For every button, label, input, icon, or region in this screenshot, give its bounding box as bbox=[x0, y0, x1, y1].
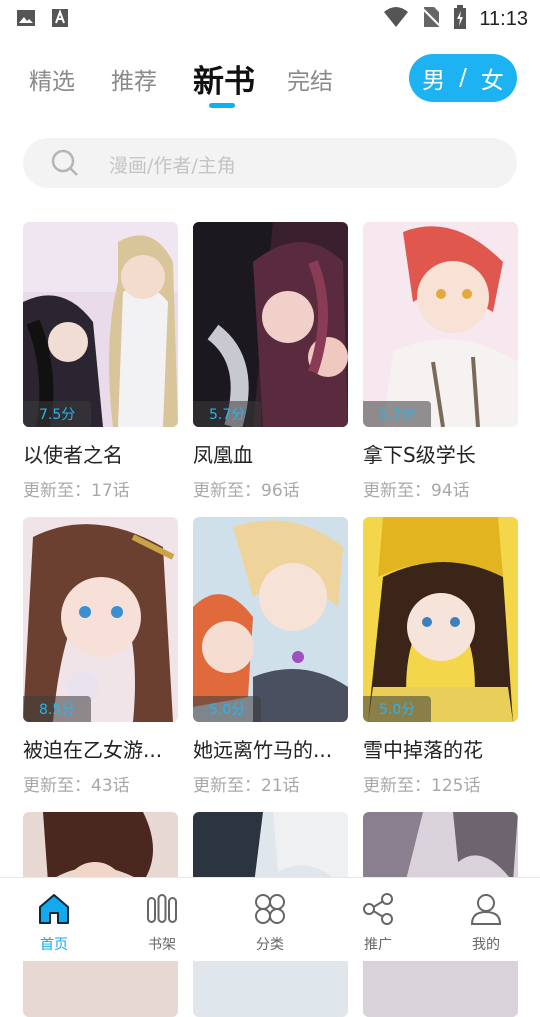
status-time: 11:13 bbox=[479, 7, 528, 30]
bookshelf-icon bbox=[145, 894, 179, 930]
gender-male-option[interactable]: 男 bbox=[422, 61, 445, 95]
book-title[interactable]: 拿下S级学长 bbox=[363, 439, 518, 468]
nav-category[interactable]: 分类 bbox=[235, 892, 305, 954]
share-icon bbox=[361, 893, 395, 930]
book-update-status: 更新至：125话 bbox=[363, 776, 481, 796]
bottom-navigation: 首页 书架 分类 推广 我的 bbox=[0, 877, 540, 961]
book-title[interactable]: 雪中掉落的花 bbox=[363, 734, 518, 763]
search-placeholder: 漫画/作者/主角 bbox=[109, 155, 236, 177]
gender-toggle[interactable]: 男 / 女 bbox=[409, 54, 517, 102]
profile-icon bbox=[469, 894, 503, 930]
rating-badge: 5.7分 bbox=[363, 401, 432, 427]
book-card[interactable]: 5.7分 拿下S级学长 更新至：94话 bbox=[363, 222, 518, 501]
no-sim-icon bbox=[421, 6, 442, 32]
battery-charging-icon bbox=[453, 5, 467, 33]
book-title[interactable]: 被迫在乙女游... bbox=[23, 734, 178, 763]
rating-badge: 5.7分 bbox=[193, 401, 262, 427]
search-icon bbox=[51, 149, 79, 181]
tab-featured[interactable]: 精选 bbox=[29, 62, 75, 96]
gender-separator: / bbox=[459, 65, 467, 91]
book-card[interactable]: 8.5分 被迫在乙女游... 更新至：43话 bbox=[23, 517, 178, 796]
status-bar: 11:13 bbox=[0, 0, 540, 36]
category-icon bbox=[253, 894, 287, 930]
nav-promote[interactable]: 推广 bbox=[343, 892, 413, 954]
tab-new-books[interactable]: 新书 bbox=[193, 56, 255, 101]
wifi-icon bbox=[383, 6, 409, 32]
book-cover[interactable]: 5.0分 bbox=[363, 517, 518, 722]
book-title[interactable]: 凤凰血 bbox=[193, 439, 348, 468]
book-cover[interactable]: 8.5分 bbox=[23, 517, 178, 722]
book-update-status: 更新至：21话 bbox=[193, 776, 300, 796]
nav-profile[interactable]: 我的 bbox=[451, 892, 521, 954]
search-bar[interactable]: 漫画/作者/主角 bbox=[23, 138, 517, 188]
book-card[interactable]: 7.5分 以使者之名 更新至：17话 bbox=[23, 222, 178, 501]
image-icon bbox=[16, 8, 36, 32]
book-cover[interactable]: 7.5分 bbox=[23, 222, 178, 427]
font-app-icon bbox=[50, 8, 70, 32]
book-cover[interactable]: 5.7分 bbox=[193, 222, 348, 427]
nav-home-label: 首页 bbox=[40, 937, 68, 953]
nav-profile-label: 我的 bbox=[472, 937, 500, 953]
book-card[interactable]: 5.7分 凤凰血 更新至：96话 bbox=[193, 222, 348, 501]
rating-badge: 5.0分 bbox=[193, 696, 262, 722]
book-title[interactable]: 她远离竹马的... bbox=[193, 734, 348, 763]
book-cover[interactable]: 5.0分 bbox=[193, 517, 348, 722]
home-icon bbox=[37, 894, 71, 930]
book-card[interactable]: 5.0分 她远离竹马的... 更新至：21话 bbox=[193, 517, 348, 796]
book-update-status: 更新至：17话 bbox=[23, 481, 130, 501]
nav-bookshelf[interactable]: 书架 bbox=[127, 892, 197, 954]
nav-bookshelf-label: 书架 bbox=[148, 937, 176, 953]
book-title[interactable]: 以使者之名 bbox=[23, 439, 178, 468]
gender-female-option[interactable]: 女 bbox=[481, 61, 504, 95]
nav-home[interactable]: 首页 bbox=[19, 892, 89, 954]
rating-badge: 5.0分 bbox=[363, 696, 432, 722]
rating-badge: 8.5分 bbox=[23, 696, 92, 722]
nav-promote-label: 推广 bbox=[364, 937, 392, 953]
book-update-status: 更新至：96话 bbox=[193, 481, 300, 501]
book-card[interactable]: 5.0分 雪中掉落的花 更新至：125话 bbox=[363, 517, 518, 796]
book-update-status: 更新至：43话 bbox=[23, 776, 130, 796]
rating-badge: 7.5分 bbox=[23, 401, 92, 427]
tab-recommended[interactable]: 推荐 bbox=[111, 62, 157, 96]
nav-category-label: 分类 bbox=[256, 937, 284, 953]
tab-completed[interactable]: 完结 bbox=[287, 62, 333, 96]
book-update-status: 更新至：94话 bbox=[363, 481, 470, 501]
book-cover[interactable]: 5.7分 bbox=[363, 222, 518, 427]
active-tab-indicator bbox=[209, 103, 235, 108]
